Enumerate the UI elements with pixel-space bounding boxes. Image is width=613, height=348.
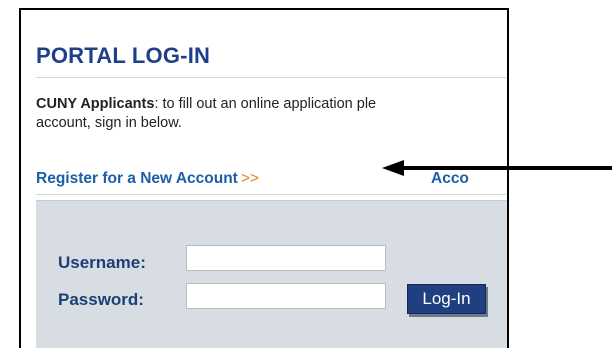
intro-rest: : to fill out an online application ple: [154, 96, 377, 112]
username-input[interactable]: [186, 245, 386, 271]
intro-line-2: account, sign in below.: [36, 115, 182, 131]
username-label: Username:: [58, 253, 146, 272]
password-label: Password:: [58, 290, 144, 309]
portal-login-panel: PORTAL LOG-IN CUNY Applicants: to fill o…: [19, 8, 509, 348]
left-arrow-icon: [382, 160, 612, 176]
register-link-label: Register for a New Account: [36, 170, 238, 187]
double-chevron-right-icon: >>: [240, 170, 259, 187]
register-new-account-link[interactable]: Register for a New Account >>: [36, 170, 259, 187]
intro-text: CUNY Applicants: to fill out an online a…: [36, 95, 507, 133]
password-input[interactable]: [186, 283, 386, 309]
intro-line-1: CUNY Applicants: to fill out an online a…: [36, 95, 507, 114]
intro-bold-label: CUNY Applicants: [36, 96, 155, 112]
page-title: PORTAL LOG-IN: [36, 43, 211, 68]
login-button[interactable]: Log-In: [407, 284, 486, 314]
links-divider: [36, 194, 506, 195]
login-form: Username: Password: Log-In: [36, 200, 507, 348]
title-divider: [36, 77, 506, 78]
